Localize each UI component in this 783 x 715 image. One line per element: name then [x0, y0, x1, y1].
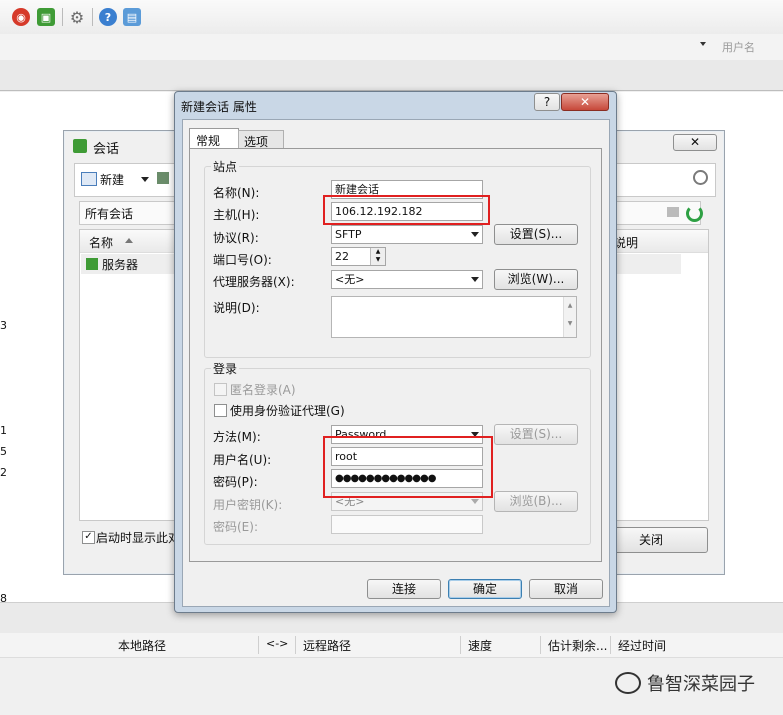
chevron-down-icon[interactable]: [141, 177, 149, 182]
tab-general[interactable]: 常规: [189, 128, 239, 149]
properties-dialog: 新建会话 属性 ? ✕ 常规 选项 站点 名称(N): 新建会话 主机(H): …: [174, 91, 617, 613]
col-direction: <->: [266, 637, 289, 650]
col-eta: 估计剩余...: [548, 639, 608, 653]
col-elapsed: 经过时间: [618, 639, 667, 653]
host-label: 主机(H):: [213, 208, 260, 222]
col-remote-path: 远程路径: [303, 639, 352, 653]
transfer-header: 本地路径 <-> 远程路径 速度 估计剩余... 经过时间: [0, 633, 783, 658]
col-speed: 速度: [468, 639, 493, 653]
protocol-select[interactable]: SFTP: [331, 225, 483, 244]
session-icon: [73, 139, 87, 153]
folder-icon[interactable]: [667, 207, 679, 217]
port-field[interactable]: 22 ▲ ▼: [331, 247, 386, 266]
save-icon[interactable]: [157, 172, 169, 184]
port-spinner[interactable]: ▲ ▼: [370, 248, 385, 265]
site-group-title: 站点: [211, 158, 240, 175]
name-label: 名称(N):: [213, 186, 260, 200]
protocol-value: SFTP: [335, 228, 362, 241]
port-label: 端口号(O):: [213, 253, 272, 267]
session-close-button[interactable]: ✕: [673, 134, 717, 151]
toolbar-divider: [92, 8, 93, 26]
passphrase-field[interactable]: [331, 515, 483, 534]
new-icon[interactable]: [81, 172, 97, 186]
tab-strip: [0, 60, 783, 91]
column-divider: [258, 636, 259, 654]
credentials-highlight: [323, 436, 493, 498]
tab-panel: 站点 名称(N): 新建会话 主机(H): 106.12.192.182 协议(…: [189, 148, 602, 562]
dialog-title: 新建会话 属性: [181, 100, 257, 114]
gear-icon[interactable]: ⚙: [68, 8, 86, 27]
proxy-value: <无>: [335, 273, 365, 286]
help-button[interactable]: ?: [534, 93, 560, 111]
proxy-select[interactable]: <无>: [331, 270, 483, 289]
line-number: 5: [0, 445, 7, 458]
anonymous-label: 匿名登录(A): [230, 383, 296, 397]
watermark: 鲁智深菜园子: [615, 670, 755, 696]
port-value: 22: [335, 250, 349, 263]
chat-icon[interactable]: ▤: [123, 8, 141, 26]
startup-label: 启动时显示此对: [96, 531, 181, 545]
host-highlight: [323, 195, 490, 225]
ok-button[interactable]: 确定: [448, 579, 522, 599]
watermark-text: 鲁智深菜园子: [647, 674, 755, 695]
toolbar-divider: [62, 8, 63, 26]
line-number: 2: [0, 466, 7, 479]
password-label: 密码(P):: [213, 475, 258, 489]
chevron-down-icon[interactable]: [700, 42, 706, 46]
line-number: 3: [0, 319, 7, 332]
method-settings-button[interactable]: 设置(S)...: [494, 424, 578, 445]
startup-checkbox[interactable]: ✓: [82, 531, 95, 544]
column-divider: [540, 636, 541, 654]
userkey-browse-button[interactable]: 浏览(B)...: [494, 491, 578, 512]
help-icon[interactable]: ?: [99, 8, 117, 26]
column-divider: [295, 636, 296, 654]
wechat-icon: [615, 672, 641, 694]
column-divider: [460, 636, 461, 654]
settings-button[interactable]: 设置(S)...: [494, 224, 578, 245]
chevron-down-icon: [471, 499, 479, 504]
session-window-title: 会话: [93, 142, 120, 157]
main-toolbar: ◉ ▣ ⚙ ? ▤: [0, 0, 783, 35]
cancel-button[interactable]: 取消: [529, 579, 603, 599]
chevron-down-icon: [471, 232, 479, 237]
server-label: 服务器: [102, 258, 139, 272]
desc-label: 说明(D):: [213, 301, 260, 315]
dialog-body: 常规 选项 站点 名称(N): 新建会话 主机(H): 106.12.192.1…: [182, 119, 610, 607]
anonymous-checkbox[interactable]: [214, 383, 227, 396]
protocol-label: 协议(R):: [213, 231, 259, 245]
proxy-label: 代理服务器(X):: [213, 275, 295, 289]
tab-options[interactable]: 选项: [238, 130, 284, 149]
sort-up-icon: [125, 238, 133, 243]
all-sessions-label: 所有会话: [85, 207, 134, 221]
session-manager-icon[interactable]: ▣: [37, 8, 55, 26]
col-desc[interactable]: 说明: [614, 234, 638, 251]
agent-label: 使用身份验证代理(G): [230, 404, 345, 418]
description-field[interactable]: ▲ ▼: [331, 296, 577, 338]
login-group-title: 登录: [211, 360, 240, 377]
line-number: 1: [0, 424, 7, 437]
username-label: 用户名(U):: [213, 453, 272, 467]
passphrase-label: 密码(E):: [213, 520, 258, 534]
connect-button[interactable]: 连接: [367, 579, 441, 599]
new-session-icon[interactable]: ◉: [12, 8, 30, 26]
search-icon[interactable]: [693, 170, 708, 185]
agent-checkbox[interactable]: [214, 404, 227, 417]
dialog-close-button[interactable]: ✕: [561, 93, 609, 111]
browse-button[interactable]: 浏览(W)...: [494, 269, 578, 290]
userkey-label: 用户密钥(K):: [213, 498, 283, 512]
refresh-icon[interactable]: [686, 205, 703, 222]
user-label: 用户名: [722, 41, 755, 54]
chevron-down-icon: [471, 277, 479, 282]
column-divider: [610, 636, 611, 654]
tab-general-label: 常规: [196, 134, 221, 148]
method-label: 方法(M):: [213, 430, 261, 444]
description-scrollbar[interactable]: ▲ ▼: [563, 297, 576, 337]
col-local-path: 本地路径: [118, 639, 167, 653]
server-icon: [86, 258, 98, 270]
address-bar: 用户名: [0, 34, 783, 61]
col-name[interactable]: 名称: [89, 234, 113, 251]
new-button[interactable]: 新建: [100, 171, 124, 188]
